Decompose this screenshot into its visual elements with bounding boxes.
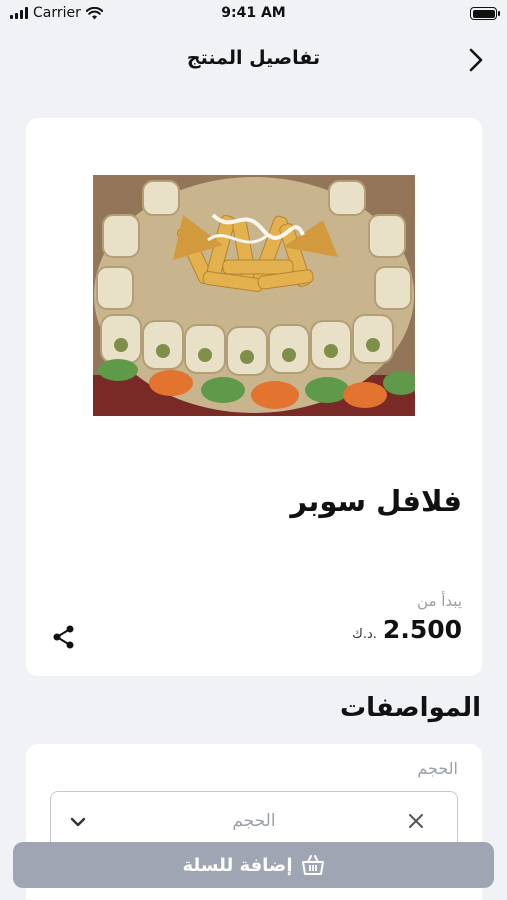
product-name: فلافل سوبر (290, 484, 462, 518)
size-select-placeholder: الحجم (232, 811, 276, 831)
back-button[interactable] (461, 45, 491, 75)
share-button[interactable] (50, 623, 78, 651)
price-currency: د.ك. (352, 627, 377, 642)
specs-title: المواصفات (339, 693, 481, 723)
battery-icon (470, 7, 500, 20)
add-to-cart-button[interactable]: إضافة للسلة (13, 842, 494, 888)
product-card: فلافل سوبر يبدأ من د.ك. 2.500 (26, 118, 482, 676)
product-image (93, 175, 415, 416)
close-icon[interactable] (405, 810, 427, 832)
share-icon (53, 625, 74, 649)
status-bar: Carrier 9:41 AM (0, 0, 507, 30)
basket-icon (301, 855, 324, 875)
size-label: الحجم (417, 759, 458, 778)
chevron-right-icon (469, 48, 483, 72)
price-value: 2.500 (382, 615, 462, 644)
page-title: تفاصيل المنتج (186, 47, 321, 69)
price-prefix: يبدأ من (417, 592, 462, 610)
nav-bar: تفاصيل المنتج (0, 35, 507, 85)
price: د.ك. 2.500 (352, 615, 462, 644)
status-time: 9:41 AM (221, 5, 286, 21)
chevron-down-icon[interactable] (68, 812, 88, 832)
add-to-cart-label: إضافة للسلة (182, 854, 293, 876)
